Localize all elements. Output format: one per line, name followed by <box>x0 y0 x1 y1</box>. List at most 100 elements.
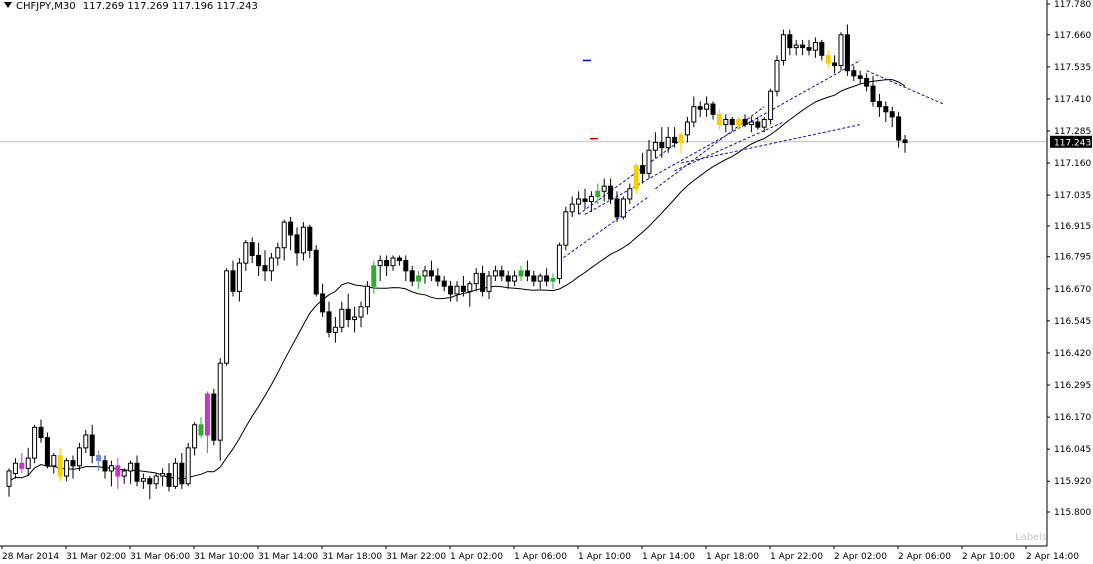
bear-candle-body <box>294 234 300 254</box>
bull-candle-body <box>64 460 70 477</box>
price-chart[interactable]: 117.780 117.660 117.535 117.410 117.285 117.1… <box>0 0 1093 564</box>
chart-menu-triangle-icon[interactable] <box>4 2 12 8</box>
candle <box>748 116 754 133</box>
candle <box>198 417 204 438</box>
candle <box>172 458 178 489</box>
candle <box>428 260 434 282</box>
candle <box>288 216 294 251</box>
bear-candle-body <box>262 265 268 272</box>
bear-candle-body <box>403 260 409 272</box>
candle <box>505 270 511 289</box>
candle <box>563 206 569 251</box>
y-tick-label: 117.780 <box>1054 0 1091 10</box>
candle <box>313 245 319 297</box>
candle <box>25 447 31 477</box>
x-tick-label: 31 Mar 18:00 <box>322 552 382 562</box>
bull-candle-body <box>838 34 844 67</box>
bull-candle-body <box>620 198 626 218</box>
bull-candle-body <box>390 257 396 267</box>
candle <box>633 163 639 194</box>
markers-layer <box>583 59 598 140</box>
candle <box>787 29 793 56</box>
bull-candle-body <box>563 211 569 246</box>
trend-lines-layer <box>559 60 944 261</box>
candle <box>339 301 345 333</box>
bull-candle-body <box>768 90 774 120</box>
candle <box>371 260 377 294</box>
candle <box>800 39 806 56</box>
chart-window[interactable]: 117.780 117.660 117.535 117.410 117.285 117.1… <box>0 0 1093 564</box>
bear-candle-body <box>345 308 351 321</box>
bull-candle-body <box>492 270 498 277</box>
candle <box>838 32 844 71</box>
bear-candle-body <box>102 460 108 472</box>
candle <box>70 455 76 479</box>
candle <box>473 268 479 292</box>
candle <box>134 455 140 487</box>
bull-candle-body <box>108 465 114 472</box>
x-tick-label: 31 Mar 02:00 <box>66 552 126 562</box>
trend-line[interactable] <box>655 106 765 190</box>
bear-candle-body <box>249 242 255 256</box>
bear-candle-body <box>896 116 902 141</box>
candle <box>6 468 12 497</box>
candle <box>448 281 454 302</box>
candle <box>435 268 441 287</box>
x-tick-label: 1 Apr 06:00 <box>514 552 567 562</box>
x-tick-label: 1 Apr 22:00 <box>770 552 823 562</box>
candle <box>89 424 95 464</box>
y-tick-label: 117.035 <box>1054 191 1091 201</box>
current-price-text: 117.243 <box>1054 138 1091 148</box>
candle <box>243 240 249 271</box>
candle <box>403 255 409 282</box>
bull-candle-body <box>627 188 633 200</box>
bear-candle-body <box>889 111 895 118</box>
trend-line[interactable] <box>584 60 861 215</box>
trend-line[interactable] <box>680 124 861 164</box>
candle <box>499 265 505 282</box>
bull-candle-body <box>665 136 671 149</box>
candle <box>96 450 102 471</box>
candle <box>300 222 306 261</box>
trend-line[interactable] <box>866 70 944 105</box>
candle <box>396 255 402 266</box>
candle <box>384 255 390 276</box>
bull-candle-body <box>473 272 479 285</box>
bull-candle-body <box>153 475 159 485</box>
bear-candle-body <box>460 285 466 292</box>
bull-candle-body <box>51 455 57 467</box>
chart-header: CHFJPY,M30 117.269 117.269 117.196 117.2… <box>4 1 258 12</box>
bear-candle-body <box>307 226 313 251</box>
bear-candle-body <box>19 462 25 469</box>
bear-candle-body <box>96 455 102 462</box>
bear-candle-body <box>230 270 236 292</box>
bull-candle-body <box>172 462 178 487</box>
candle <box>870 75 876 107</box>
bull-candle-body <box>633 165 639 190</box>
trend-line[interactable] <box>674 121 784 172</box>
x-tick-label: 31 Mar 22:00 <box>386 552 446 562</box>
bear-candle-body <box>819 41 825 56</box>
candle <box>409 265 415 287</box>
bear-candle-body <box>198 424 204 436</box>
bull-candle-body <box>569 203 575 213</box>
bear-candle-body <box>134 462 140 482</box>
bear-candle-body <box>876 100 882 108</box>
bull-candle-body <box>793 44 799 49</box>
bear-candle-body <box>672 136 678 144</box>
x-tick-label: 2 Apr 02:00 <box>834 552 887 562</box>
candle <box>608 178 614 205</box>
header-open: 117.269 <box>82 1 125 12</box>
candle <box>467 281 473 307</box>
y-tick-label: 117.285 <box>1054 127 1091 137</box>
bear-candle-body <box>697 106 703 110</box>
candle <box>121 468 127 484</box>
candle <box>531 270 537 287</box>
candle <box>672 127 678 148</box>
bull-candle-body <box>576 198 582 205</box>
bear-candle-body <box>166 473 172 487</box>
bull-candle-body <box>678 134 684 144</box>
candle <box>153 473 159 489</box>
bull-candle-body <box>652 142 658 151</box>
candle <box>256 242 262 276</box>
